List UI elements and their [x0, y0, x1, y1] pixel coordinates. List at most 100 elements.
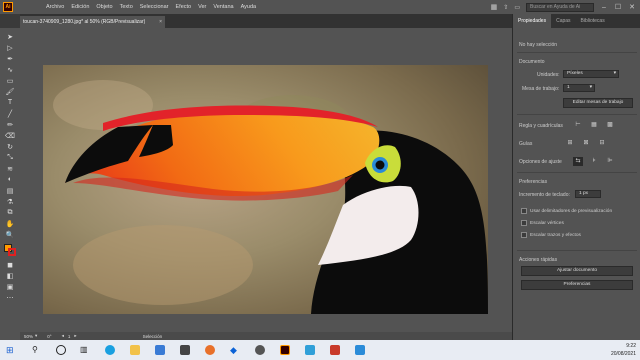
screen-mode-icon[interactable]: ▣	[5, 282, 15, 291]
keyboard-increment-input[interactable]: 1 px	[575, 190, 601, 198]
chevron-down-icon: ▾	[613, 71, 616, 76]
transparency-grid-icon[interactable]: ▩	[605, 121, 615, 130]
search-icon[interactable]: ⚲	[32, 345, 42, 355]
preferences-button[interactable]: Preferencias	[521, 280, 633, 290]
cortana-icon[interactable]	[56, 345, 66, 355]
color-mode-icon[interactable]: ◼	[5, 260, 15, 269]
windows-start-icon[interactable]: ⊞	[6, 345, 16, 355]
grid-icon[interactable]: ▦	[589, 121, 599, 130]
tab-propiedades[interactable]: Propiedades	[513, 14, 552, 28]
close-icon[interactable]: ✕	[628, 3, 636, 11]
width-tool-icon[interactable]: ≋	[5, 164, 15, 173]
recorder-icon[interactable]	[330, 345, 340, 355]
stroke-swatch[interactable]	[8, 248, 16, 256]
rotate-tool-icon[interactable]: ↻	[5, 142, 15, 151]
system-clock[interactable]: 9:22 20/08/2021	[611, 342, 636, 358]
eyedropper-tool-icon[interactable]: ⚗	[5, 197, 15, 206]
tab-capas[interactable]: Capas	[551, 14, 575, 28]
current-tool-status: Selección	[142, 333, 163, 339]
chevron-down-icon[interactable]: ▾	[35, 333, 37, 339]
firefox-icon[interactable]	[205, 345, 215, 355]
type-tool-icon[interactable]: T	[5, 98, 15, 107]
document-setup-button[interactable]: Ajustar documento	[521, 266, 633, 276]
drawing-mode-icon[interactable]: ◧	[5, 271, 15, 280]
show-guides-icon[interactable]: ⊞	[565, 139, 575, 148]
line-tool-icon[interactable]: ╱	[5, 109, 15, 118]
fill-stroke-swatch[interactable]	[4, 244, 16, 256]
tab-bibliotecas[interactable]: Bibliotecas	[576, 14, 610, 28]
menu-ayuda[interactable]: Ayuda	[241, 4, 257, 10]
dropbox-icon[interactable]: ◆	[230, 345, 240, 355]
section-snap-options: Opciones de ajuste	[519, 159, 562, 165]
shape-builder-tool-icon[interactable]: ◐	[5, 175, 15, 184]
maximize-icon[interactable]: ☐	[614, 3, 622, 11]
nav-next-icon[interactable]: ▸	[74, 333, 76, 339]
menu-texto[interactable]: Texto	[120, 4, 133, 10]
tools-panel: ➤ ▷ ✒ ∿ ▭ 🖌 T ╱ ✏ ⌫ ↻ ⤡ ≋ ◐ ▤ ⚗ ⧉ ✋ 🔍 ◼ …	[0, 28, 20, 340]
minimize-icon[interactable]: –	[600, 4, 608, 11]
artboard-label: Mesa de trabajo:	[522, 86, 560, 92]
mail-icon[interactable]	[155, 345, 165, 355]
layout-icon[interactable]: ▭	[514, 4, 520, 11]
properties-panel: Propiedades Capas Bibliotecas No hay sel…	[512, 14, 640, 340]
document-tab[interactable]: toucan-3740909_1280.jpg* al 50% (RGB/Pre…	[20, 16, 165, 28]
menu-ventana[interactable]: Ventana	[213, 4, 233, 10]
task-view-icon[interactable]: ▥	[80, 345, 90, 355]
pencil-tool-icon[interactable]: ✏	[5, 120, 15, 129]
artboard[interactable]	[43, 65, 488, 314]
store-icon[interactable]	[180, 345, 190, 355]
menu-ver[interactable]: Ver	[198, 4, 206, 10]
ruler-icon[interactable]: ⊢	[573, 121, 583, 130]
scale-tool-icon[interactable]: ⤡	[5, 153, 15, 162]
artboard-select[interactable]: 1 ▾	[563, 84, 595, 92]
menu-efecto[interactable]: Efecto	[176, 4, 192, 10]
edge-browser-icon[interactable]	[105, 345, 115, 355]
curvature-tool-icon[interactable]: ∿	[5, 65, 15, 74]
file-explorer-icon[interactable]	[130, 345, 140, 355]
app-logo[interactable]: Ai	[3, 2, 13, 12]
divider	[517, 172, 637, 173]
blend-tool-icon[interactable]: ⧉	[5, 208, 15, 217]
edit-artboards-button[interactable]: Editar mesas de trabajo	[563, 98, 633, 108]
menu-seleccionar[interactable]: Seleccionar	[140, 4, 169, 10]
eraser-tool-icon[interactable]: ⌫	[5, 131, 15, 140]
settings-gear-icon[interactable]	[255, 345, 265, 355]
snap-grid-icon[interactable]: ⊧	[589, 157, 599, 166]
paintbrush-tool-icon[interactable]: 🖌	[5, 87, 15, 96]
direct-selection-tool-icon[interactable]: ▷	[5, 43, 15, 52]
artboard-number[interactable]: 1	[68, 334, 71, 339]
hand-tool-icon[interactable]: ✋	[5, 219, 15, 228]
help-search-input[interactable]: Buscar en Ayuda de Ai	[526, 2, 594, 12]
snap-pixel-icon[interactable]: ⊫	[605, 157, 615, 166]
gradient-tool-icon[interactable]: ▤	[5, 186, 15, 195]
keyboard-increment-label: Incremento de teclado:	[519, 192, 570, 198]
tab-close-icon[interactable]: ×	[159, 16, 162, 28]
units-dropdown[interactable]: Píxeles ▾	[563, 70, 619, 78]
menu-objeto[interactable]: Objeto	[96, 4, 112, 10]
nav-prev-icon[interactable]: ◂	[62, 333, 64, 339]
canvas-area[interactable]	[20, 28, 512, 332]
smart-guides-icon[interactable]: ⊟	[597, 139, 607, 148]
share-icon[interactable]: ⇧	[503, 4, 508, 11]
lock-guides-icon[interactable]: ⊠	[581, 139, 591, 148]
menu-edicion[interactable]: Edición	[71, 4, 89, 10]
selection-status: No hay selección	[519, 42, 558, 48]
zoom-tool-icon[interactable]: 🔍	[5, 230, 15, 239]
menu-archivo[interactable]: Archivo	[46, 4, 64, 10]
app-icon[interactable]	[355, 345, 365, 355]
document-tab-title: toucan-3740909_1280.jpg* al 50% (RGB/Pre…	[23, 19, 146, 25]
illustrator-taskbar-icon[interactable]	[280, 345, 290, 355]
snap-point-icon[interactable]: ⇆	[573, 157, 583, 166]
rotation-angle[interactable]: 0°	[47, 334, 51, 339]
selection-tool-icon[interactable]: ➤	[5, 32, 15, 41]
pen-tool-icon[interactable]: ✒	[5, 54, 15, 63]
windows-taskbar: ⊞ ⚲ ▥ ◆ 9:22 20/08/2021	[0, 340, 640, 360]
zoom-level[interactable]: 50%	[24, 334, 33, 339]
scale-corners-checkbox[interactable]	[521, 220, 527, 226]
edit-toolbar-icon[interactable]: ⋯	[5, 293, 15, 302]
scale-strokes-checkbox[interactable]	[521, 232, 527, 238]
rectangle-tool-icon[interactable]: ▭	[5, 76, 15, 85]
photos-icon[interactable]	[305, 345, 315, 355]
preview-bounds-checkbox[interactable]	[521, 208, 527, 214]
workspace-icon[interactable]: ▦	[491, 3, 498, 11]
